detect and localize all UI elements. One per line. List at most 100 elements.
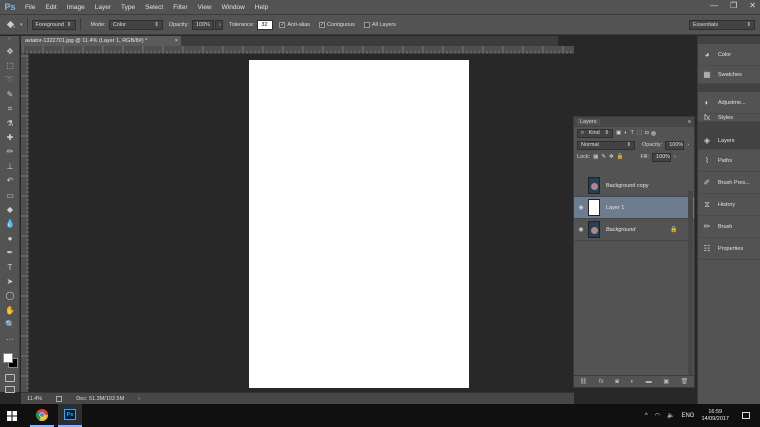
start-button[interactable] <box>0 404 24 427</box>
restore-button[interactable]: ❐ <box>730 1 737 10</box>
screen-mode-icon[interactable] <box>5 386 15 393</box>
layer-opacity-field[interactable]: 100% <box>665 140 685 150</box>
blend-mode-select[interactable]: Normal ⇕ <box>577 140 635 150</box>
dock-styles[interactable]: fx Styles <box>698 114 760 122</box>
layers-panel-title[interactable]: Layers <box>577 119 600 125</box>
chevron-up-icon[interactable]: ^ <box>645 413 648 419</box>
zoom-tool-icon[interactable]: 🔍 <box>0 317 20 331</box>
filter-pixel-icon[interactable]: ▣ <box>616 130 621 136</box>
photoshop-taskbar-button[interactable]: Ps <box>58 404 82 427</box>
blur-tool-icon[interactable]: 💧 <box>0 217 20 231</box>
dock-properties[interactable]: ☷ Properties <box>698 238 760 260</box>
panel-menu-icon[interactable]: ≡ <box>688 119 691 125</box>
collapse-arrow-icon[interactable]: » <box>0 36 19 44</box>
dock-color[interactable]: ◕ Color <box>698 44 760 66</box>
move-tool-icon[interactable]: ✥ <box>0 44 20 58</box>
delete-layer-icon[interactable]: 🗑 <box>681 378 689 385</box>
all-layers-checkbox[interactable] <box>363 21 370 28</box>
layer-style-icon[interactable]: fx <box>599 379 604 385</box>
quick-select-tool-icon[interactable]: ✎ <box>0 87 20 101</box>
network-icon[interactable]: ◠ <box>655 412 660 419</box>
opacity-field[interactable]: 100% <box>192 19 214 30</box>
layers-scrollbar[interactable] <box>688 191 693 376</box>
layer-row-layer-1[interactable]: ◉ Layer 1 <box>574 197 694 219</box>
menu-image[interactable]: Image <box>62 4 90 11</box>
dock-swatches[interactable]: ▦ Swatches <box>698 66 760 84</box>
history-brush-tool-icon[interactable]: ↶ <box>0 174 20 188</box>
filter-kind-select[interactable]: ⌕ Kind ⇕ <box>577 128 613 138</box>
filter-shape-icon[interactable]: ⬚ <box>637 130 642 136</box>
clone-stamp-tool-icon[interactable]: ⊥ <box>0 159 20 173</box>
vertical-ruler[interactable] <box>21 54 29 392</box>
lock-transparent-icon[interactable]: ▦ <box>593 154 598 160</box>
menu-edit[interactable]: Edit <box>40 4 61 11</box>
menu-layer[interactable]: Layer <box>90 4 116 11</box>
fill-slider-arrow-icon[interactable]: › <box>674 154 676 160</box>
path-select-tool-icon[interactable]: ➤ <box>0 274 20 288</box>
dock-brush-presets[interactable]: ✐ Brush Pres... <box>698 172 760 194</box>
lock-all-icon[interactable]: 🔒 <box>617 154 624 160</box>
workspace-select[interactable]: Essentials ⇕ <box>689 19 755 30</box>
visibility-off-icon[interactable] <box>574 183 588 189</box>
clock[interactable]: 16:59 14/09/2017 <box>701 409 729 423</box>
close-button[interactable]: ✕ <box>749 1 756 10</box>
layer-name[interactable]: Background <box>606 227 670 233</box>
antialias-checkbox[interactable]: ✓ <box>279 21 286 28</box>
status-arrow-icon[interactable]: › <box>138 396 140 402</box>
layer-row-background-copy[interactable]: Background copy <box>574 175 694 197</box>
chrome-taskbar-button[interactable] <box>30 404 54 427</box>
hand-tool-icon[interactable]: ✋ <box>0 303 20 317</box>
filter-smart-object-icon[interactable]: ◘ <box>645 130 648 136</box>
horizontal-ruler[interactable] <box>21 46 574 54</box>
lock-position-icon[interactable]: ✥ <box>609 154 614 160</box>
notifications-icon[interactable] <box>742 412 750 419</box>
menu-view[interactable]: View <box>193 4 217 11</box>
opacity-slider-toggle[interactable]: › <box>215 19 223 30</box>
lasso-tool-icon[interactable]: ➰ <box>0 73 20 87</box>
marquee-tool-icon[interactable]: ⬚ <box>0 58 20 72</box>
menu-select[interactable]: Select <box>140 4 168 11</box>
document-tab[interactable]: aviator-1322701.jpg @ 11.4% (Layer 1, RG… <box>21 36 181 46</box>
new-layer-icon[interactable]: ▣ <box>663 378 669 385</box>
layer-row-background[interactable]: ◉ Background 🔒 <box>574 219 694 241</box>
eye-icon[interactable]: ◉ <box>574 204 588 211</box>
tool-preset-arrow-icon[interactable]: ▾ <box>20 22 23 28</box>
menu-file[interactable]: File <box>20 4 40 11</box>
quick-mask-icon[interactable] <box>5 374 15 382</box>
mode-select[interactable]: Color ⇕ <box>108 19 163 30</box>
filter-adjustment-icon[interactable]: ◐ <box>624 130 627 136</box>
fill-field[interactable]: 100% <box>652 152 671 162</box>
eraser-tool-icon[interactable]: ▭ <box>0 188 20 202</box>
layer-name[interactable]: Background copy <box>606 183 649 189</box>
dock-brush[interactable]: ✏ Brush <box>698 216 760 238</box>
eye-icon[interactable]: ◉ <box>574 226 588 233</box>
paint-bucket-tool-icon[interactable]: ◆ <box>0 202 20 216</box>
menu-type[interactable]: Type <box>116 4 140 11</box>
menu-help[interactable]: Help <box>250 4 273 11</box>
link-layers-icon[interactable]: ⛓ <box>580 378 588 385</box>
status-menu-icon[interactable] <box>56 395 63 402</box>
dock-history[interactable]: ⧖ History <box>698 194 760 216</box>
healing-brush-tool-icon[interactable]: ✚ <box>0 130 20 144</box>
ellipse-tool-icon[interactable]: ◯ <box>0 289 20 303</box>
menu-window[interactable]: Window <box>217 4 250 11</box>
foreground-color-swatch[interactable] <box>3 353 13 363</box>
filter-toggle-icon[interactable] <box>651 130 657 136</box>
dock-layers[interactable]: ◈ Layers <box>698 132 760 150</box>
brush-tool-icon[interactable]: ✏ <box>0 145 20 159</box>
contiguous-checkbox[interactable]: ✓ <box>319 21 326 28</box>
dodge-tool-icon[interactable]: ● <box>0 231 20 245</box>
eyedropper-tool-icon[interactable]: ⚗ <box>0 116 20 130</box>
lock-pixels-icon[interactable]: ✎ <box>601 154 606 160</box>
menu-filter[interactable]: Filter <box>168 4 192 11</box>
type-tool-icon[interactable]: T <box>0 260 20 274</box>
new-group-icon[interactable]: ▬ <box>646 379 652 385</box>
more-tools-icon[interactable]: ··· <box>0 332 20 346</box>
color-swatches[interactable] <box>3 353 19 369</box>
pen-tool-icon[interactable]: ✒ <box>0 245 20 259</box>
adjustment-layer-icon[interactable]: ◐ <box>631 379 635 385</box>
fill-bucket-icon[interactable] <box>0 19 20 30</box>
filter-type-icon[interactable]: T <box>631 130 634 136</box>
tolerance-field[interactable]: 32 <box>257 19 274 30</box>
volume-icon[interactable]: 🔈 <box>667 412 674 419</box>
